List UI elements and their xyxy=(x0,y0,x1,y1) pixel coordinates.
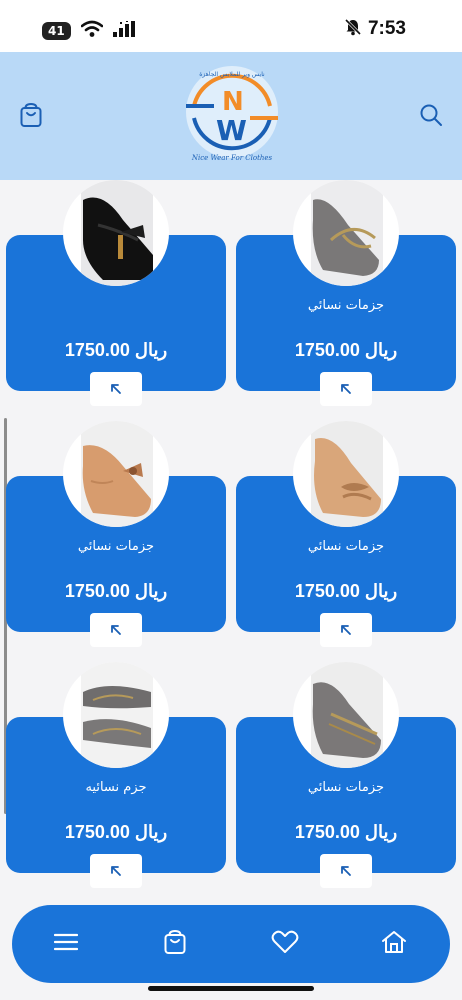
arrow-up-left-icon xyxy=(110,621,122,640)
product-image[interactable] xyxy=(63,662,169,768)
product-card[interactable]: جزمات نسائي 1750.00 ريال xyxy=(236,662,456,892)
nav-favorites-button[interactable] xyxy=(269,929,301,959)
nav-menu-button[interactable] xyxy=(50,929,82,959)
product-name: جزم نسائيه xyxy=(85,780,147,795)
logo-letter-n: N xyxy=(222,87,244,117)
product-grid: 1750.00 ريال جزمات نسائي 1750.00 ريال جز… xyxy=(0,180,462,900)
status-left: 41 xyxy=(42,20,139,42)
product-price: 1750.00 ريال xyxy=(294,581,398,601)
product-price: 1750.00 ريال xyxy=(64,581,168,601)
logo-letter-w: W xyxy=(216,114,247,147)
status-bar: 41 7:53 xyxy=(0,0,462,52)
home-indicator xyxy=(148,986,314,991)
status-time: 7:53 xyxy=(367,18,406,39)
product-list-screen: 41 7:53 N W نايس وير للملابس الجاهزة Nic… xyxy=(0,0,462,1000)
product-price: 1750.00 ريال xyxy=(294,822,398,842)
product-price: 1750.00 ريال xyxy=(64,822,168,842)
product-image[interactable] xyxy=(63,421,169,527)
product-card[interactable]: جزمات نسائي 1750.00 ريال xyxy=(6,421,226,651)
arrow-up-left-icon xyxy=(110,380,122,399)
product-name: جزمات نسائي xyxy=(307,780,385,795)
wifi-icon xyxy=(80,20,104,42)
product-image[interactable] xyxy=(293,662,399,768)
open-product-button[interactable] xyxy=(320,372,372,406)
product-card[interactable]: جزمات نسائي 1750.00 ريال xyxy=(236,180,456,410)
open-product-button[interactable] xyxy=(320,854,372,888)
open-product-button[interactable] xyxy=(90,372,142,406)
carrier-badge: 41 xyxy=(42,22,71,40)
open-product-button[interactable] xyxy=(320,613,372,647)
arrow-up-left-icon xyxy=(340,380,352,399)
nav-home-button[interactable] xyxy=(378,929,410,959)
brand-logo: N W نايس وير للملابس الجاهزة Nice Wear F… xyxy=(180,60,284,172)
arrow-up-left-icon xyxy=(110,862,122,881)
product-card[interactable]: جزمات نسائي 1750.00 ريال xyxy=(236,421,456,651)
product-price: 1750.00 ريال xyxy=(294,340,398,360)
product-image[interactable] xyxy=(293,421,399,527)
arrow-up-left-icon xyxy=(340,862,352,881)
cart-icon xyxy=(163,929,187,959)
product-name: جزمات نسائي xyxy=(307,539,385,554)
product-name: جزمات نسائي xyxy=(307,298,385,313)
open-product-button[interactable] xyxy=(90,613,142,647)
product-card[interactable]: 1750.00 ريال xyxy=(6,180,226,410)
cart-icon xyxy=(19,102,43,132)
product-card[interactable]: جزم نسائيه 1750.00 ريال xyxy=(6,662,226,892)
app-header: N W نايس وير للملابس الجاهزة Nice Wear F… xyxy=(0,52,462,180)
home-icon xyxy=(381,930,407,958)
search-icon xyxy=(419,103,443,131)
product-image[interactable] xyxy=(63,180,169,286)
arrow-up-left-icon xyxy=(340,621,352,640)
menu-icon xyxy=(53,932,79,956)
open-product-button[interactable] xyxy=(90,854,142,888)
header-search-button[interactable] xyxy=(416,102,446,132)
heart-icon xyxy=(271,930,299,958)
product-image[interactable] xyxy=(293,180,399,286)
product-price: 1750.00 ريال xyxy=(64,340,168,360)
status-right: 7:53 xyxy=(344,18,406,40)
header-cart-button[interactable] xyxy=(16,102,46,132)
logo-arabic-text: نايس وير للملابس الجاهزة xyxy=(199,71,265,78)
logo-english-text: Nice Wear For Clothes xyxy=(191,154,273,162)
signal-icon xyxy=(112,21,139,41)
nav-cart-button[interactable] xyxy=(159,929,191,959)
bottom-nav xyxy=(12,905,450,983)
bell-muted-icon xyxy=(344,18,362,40)
product-name: جزمات نسائي xyxy=(77,539,155,554)
